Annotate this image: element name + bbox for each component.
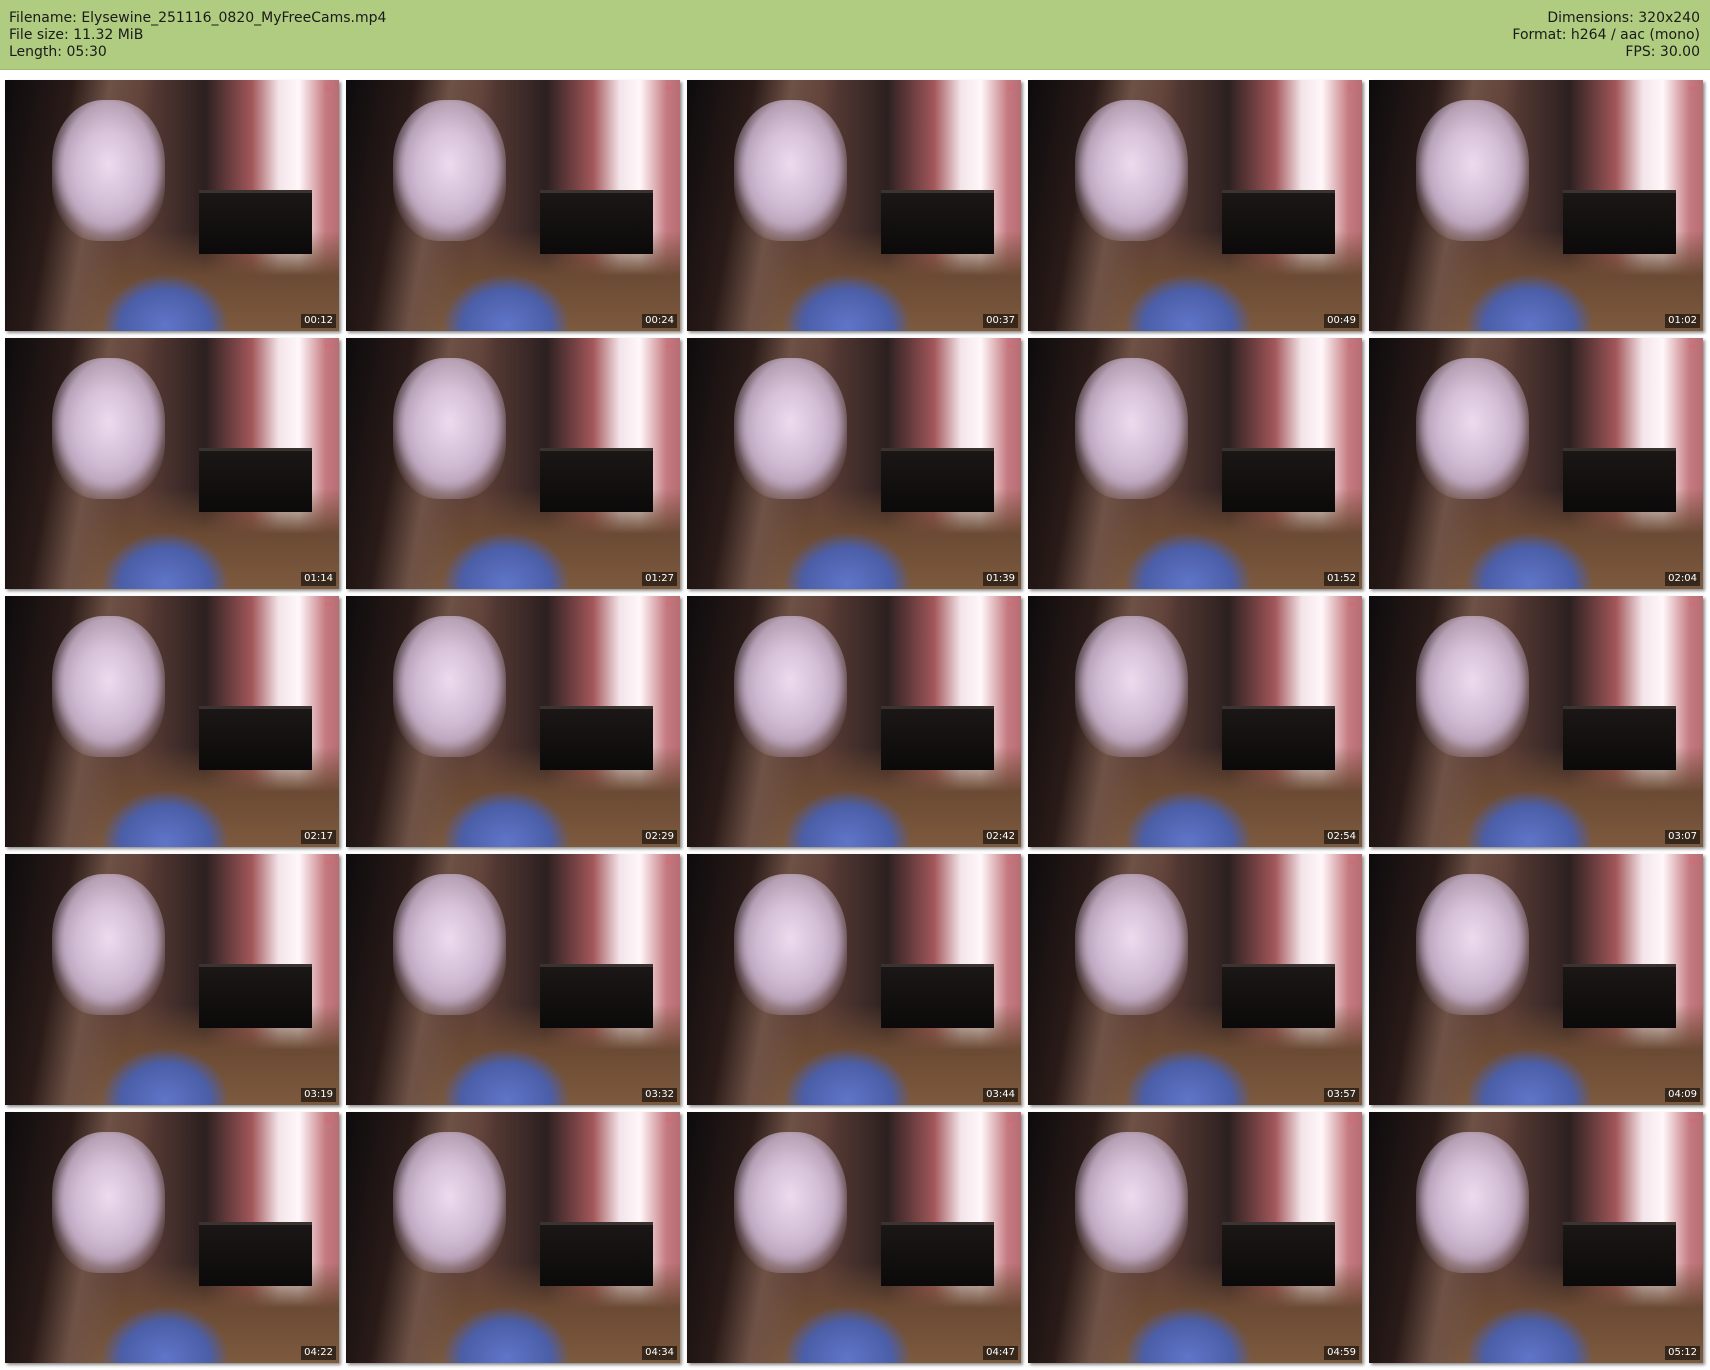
watermark-logo-icon: ✂ [1688, 84, 1697, 95]
frame-timestamp: 03:44 [983, 1088, 1018, 1102]
video-frame-thumbnail: ✂ 02:54 [1028, 596, 1362, 847]
frame-timestamp: 01:27 [642, 572, 677, 586]
frame-timestamp: 03:07 [1665, 830, 1700, 844]
watermark-logo-icon: ✂ [1347, 84, 1356, 95]
video-frame-thumbnail: ✂ 01:14 [5, 338, 339, 589]
length-line: Length: 05:30 [9, 44, 386, 61]
video-frame-thumbnail: ✂ 03:44 [687, 854, 1021, 1105]
watermark-logo-icon: ✂ [1006, 858, 1015, 869]
filename-value: Elysewine_251116_0820_MyFreeCams.mp4 [81, 10, 387, 26]
thumbnail-grid: ✂ 00:12 ✂ 00:24 ✂ 00:37 ✂ 00:49 ✂ 01:02 ✂ 01:14 ✂ 01:… [5, 80, 1703, 1363]
frame-timestamp: 02:54 [1324, 830, 1359, 844]
watermark-logo-icon: ✂ [665, 1116, 674, 1127]
frame-timestamp: 02:17 [301, 830, 336, 844]
file-info-right: Dimensions: 320x240 Format: h264 / aac (mo… [1512, 10, 1700, 61]
frame-timestamp: 00:12 [301, 314, 336, 328]
video-frame-thumbnail: ✂ 05:12 [1369, 1112, 1703, 1363]
frame-timestamp: 04:09 [1665, 1088, 1700, 1102]
length-label: Length: [9, 44, 63, 60]
filesize-value: 11.32 MiB [73, 27, 144, 43]
file-info-left: Filename: Elysewine_251116_0820_MyFreeCam… [9, 10, 386, 61]
video-frame-thumbnail: ✂ 02:17 [5, 596, 339, 847]
watermark-logo-icon: ✂ [1006, 84, 1015, 95]
watermark-logo-icon: ✂ [1347, 858, 1356, 869]
video-frame-thumbnail: ✂ 04:47 [687, 1112, 1021, 1363]
watermark-logo-icon: ✂ [324, 1116, 333, 1127]
video-frame-thumbnail: ✂ 00:24 [346, 80, 680, 331]
watermark-logo-icon: ✂ [1688, 600, 1697, 611]
frame-timestamp: 00:49 [1324, 314, 1359, 328]
video-frame-thumbnail: ✂ 03:19 [5, 854, 339, 1105]
watermark-logo-icon: ✂ [665, 342, 674, 353]
watermark-logo-icon: ✂ [1006, 1116, 1015, 1127]
frame-timestamp: 04:34 [642, 1346, 677, 1360]
watermark-logo-icon: ✂ [1688, 1116, 1697, 1127]
dimensions-value: 320x240 [1638, 10, 1700, 26]
frame-timestamp: 01:02 [1665, 314, 1700, 328]
fps-value: 30.00 [1659, 44, 1700, 60]
watermark-logo-icon: ✂ [665, 84, 674, 95]
dimensions-label: Dimensions: [1547, 10, 1634, 26]
filesize-line: File size: 11.32 MiB [9, 27, 386, 44]
frame-timestamp: 05:12 [1665, 1346, 1700, 1360]
watermark-logo-icon: ✂ [324, 342, 333, 353]
format-value: h264 / aac (mono) [1570, 27, 1700, 43]
info-header: Filename: Elysewine_251116_0820_MyFreeCam… [0, 0, 1710, 70]
filename-label: Filename: [9, 10, 77, 26]
watermark-logo-icon: ✂ [1006, 342, 1015, 353]
watermark-logo-icon: ✂ [324, 858, 333, 869]
frame-timestamp: 00:24 [642, 314, 677, 328]
frame-timestamp: 04:59 [1324, 1346, 1359, 1360]
fps-label: FPS: [1625, 44, 1656, 60]
frame-timestamp: 03:19 [301, 1088, 336, 1102]
video-frame-thumbnail: ✂ 00:12 [5, 80, 339, 331]
frame-timestamp: 02:04 [1665, 572, 1700, 586]
filename-line: Filename: Elysewine_251116_0820_MyFreeCam… [9, 10, 386, 27]
dimensions-line: Dimensions: 320x240 [1512, 10, 1700, 27]
watermark-logo-icon: ✂ [1688, 858, 1697, 869]
video-frame-thumbnail: ✂ 01:52 [1028, 338, 1362, 589]
watermark-logo-icon: ✂ [1347, 600, 1356, 611]
frame-timestamp: 02:42 [983, 830, 1018, 844]
frame-timestamp: 03:32 [642, 1088, 677, 1102]
watermark-logo-icon: ✂ [324, 600, 333, 611]
watermark-logo-icon: ✂ [1006, 600, 1015, 611]
video-frame-thumbnail: ✂ 03:32 [346, 854, 680, 1105]
frame-timestamp: 03:57 [1324, 1088, 1359, 1102]
video-frame-thumbnail: ✂ 03:57 [1028, 854, 1362, 1105]
fps-line: FPS: 30.00 [1512, 44, 1700, 61]
video-frame-thumbnail: ✂ 04:09 [1369, 854, 1703, 1105]
video-frame-thumbnail: ✂ 03:07 [1369, 596, 1703, 847]
frame-timestamp: 01:14 [301, 572, 336, 586]
filesize-label: File size: [9, 27, 69, 43]
watermark-logo-icon: ✂ [324, 84, 333, 95]
video-frame-thumbnail: ✂ 04:22 [5, 1112, 339, 1363]
video-frame-thumbnail: ✂ 02:42 [687, 596, 1021, 847]
frame-timestamp: 01:39 [983, 572, 1018, 586]
video-frame-thumbnail: ✂ 02:04 [1369, 338, 1703, 589]
format-line: Format: h264 / aac (mono) [1512, 27, 1700, 44]
watermark-logo-icon: ✂ [665, 600, 674, 611]
video-frame-thumbnail: ✂ 04:34 [346, 1112, 680, 1363]
video-frame-thumbnail: ✂ 00:37 [687, 80, 1021, 331]
format-label: Format: [1512, 27, 1567, 43]
frame-timestamp: 02:29 [642, 830, 677, 844]
frame-timestamp: 01:52 [1324, 572, 1359, 586]
watermark-logo-icon: ✂ [1347, 1116, 1356, 1127]
video-frame-thumbnail: ✂ 02:29 [346, 596, 680, 847]
watermark-logo-icon: ✂ [1688, 342, 1697, 353]
watermark-logo-icon: ✂ [1347, 342, 1356, 353]
watermark-logo-icon: ✂ [665, 858, 674, 869]
video-frame-thumbnail: ✂ 04:59 [1028, 1112, 1362, 1363]
video-frame-thumbnail: ✂ 01:02 [1369, 80, 1703, 331]
frame-timestamp: 04:22 [301, 1346, 336, 1360]
video-frame-thumbnail: ✂ 00:49 [1028, 80, 1362, 331]
video-frame-thumbnail: ✂ 01:39 [687, 338, 1021, 589]
frame-timestamp: 04:47 [983, 1346, 1018, 1360]
video-frame-thumbnail: ✂ 01:27 [346, 338, 680, 589]
length-value: 05:30 [66, 44, 107, 60]
frame-timestamp: 00:37 [983, 314, 1018, 328]
